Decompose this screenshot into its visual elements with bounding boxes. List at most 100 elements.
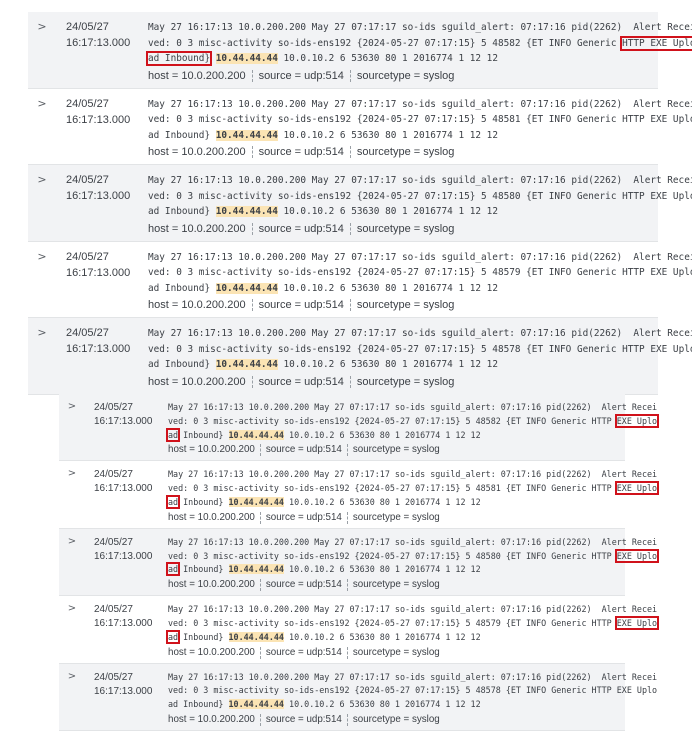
ip-highlight[interactable]: 10.44.44.44: [228, 564, 284, 575]
field-host[interactable]: host = 10.0.200.200: [148, 143, 246, 161]
field-sourcetype[interactable]: sourcetype = syslog: [357, 296, 455, 314]
chevron-right-icon[interactable]: >: [28, 323, 56, 340]
field-host[interactable]: host = 10.0.200.200: [148, 220, 246, 238]
raw-line-1: May 27 16:17:13 10.0.200.200 May 27 07:1…: [148, 251, 692, 263]
field-host[interactable]: host = 10.0.200.200: [168, 442, 255, 458]
raw-line-2: ved: 0 3 misc-activity so-ids-ens192 {20…: [148, 189, 692, 205]
field-host[interactable]: host = 10.0.200.200: [168, 577, 255, 593]
raw-text: ved: 0 3 misc-activity so-ids-ens192 {20…: [168, 685, 617, 696]
raw-text: 10.0.10.2 6 53630 80 1 2016774 1 12 12: [277, 359, 498, 370]
field-sourcetype[interactable]: sourcetype = syslog: [353, 645, 440, 661]
raw-line-1: May 27 16:17:13 10.0.200.200 May 27 07:1…: [168, 402, 658, 412]
event-row[interactable]: >24/05/27 16:17:13.000 May 27 16:17:13 10.…: [28, 242, 692, 318]
event-timestamp: 24/05/27 16:17:13.000: [56, 94, 148, 128]
event-fields: host = 10.0.200.200 source = udp:514 sourc…: [148, 143, 658, 161]
field-host[interactable]: host = 10.0.200.200: [148, 67, 246, 85]
signature-highlight: EXE Uplo: [616, 685, 658, 696]
field-host[interactable]: host = 10.0.200.200: [168, 712, 255, 728]
field-source[interactable]: source = udp:514: [259, 220, 344, 238]
event-row[interactable]: >24/05/27 16:17:13.000 May 27 16:17:13 10.…: [59, 394, 660, 462]
event-row[interactable]: >24/05/27 16:17:13.000 May 27 16:17:13 10.…: [59, 663, 657, 731]
field-sourcetype[interactable]: sourcetype = syslog: [357, 67, 455, 85]
event-date: 24/05/27: [94, 536, 133, 548]
raw-event-text: May 27 16:17:13 10.0.200.200 May 27 07:1…: [148, 323, 692, 373]
field-source[interactable]: source = udp:514: [259, 67, 344, 85]
ip-highlight[interactable]: 10.44.44.44: [215, 282, 278, 294]
ip-highlight[interactable]: 10.44.44.44: [228, 699, 284, 710]
event-time: 16:17:13.000: [94, 483, 153, 495]
event-time: 16:17:13.000: [94, 550, 153, 562]
field-host[interactable]: host = 10.0.200.200: [168, 645, 255, 661]
field-source[interactable]: source = udp:514: [259, 373, 344, 391]
event-row[interactable]: >24/05/27 16:17:13.000 May 27 16:17:13 10.…: [28, 165, 692, 242]
event-timestamp: 24/05/27 16:17:13.000: [85, 399, 168, 429]
event-body: May 27 16:17:13 10.0.200.200 May 27 07:1…: [148, 247, 692, 315]
raw-line-3: ad Inbound} 10.44.44.44 10.0.10.2 6 5363…: [165, 562, 625, 577]
field-sourcetype[interactable]: sourcetype = syslog: [357, 220, 455, 238]
event-time: 16:17:13.000: [66, 190, 131, 202]
chevron-right-icon[interactable]: >: [59, 601, 85, 615]
raw-line-1: May 27 16:17:13 10.0.200.200 May 27 07:1…: [148, 328, 692, 339]
ip-highlight[interactable]: 10.44.44.44: [215, 359, 278, 370]
event-row[interactable]: >24/05/27 16:17:13.000 May 27 16:17:13 10.…: [28, 89, 692, 165]
field-divider: [346, 713, 348, 726]
raw-line-2: ved: 0 3 misc-activity so-ids-ens192 {20…: [168, 413, 660, 429]
raw-line-1: May 27 16:17:13 10.0.200.200 May 27 07:1…: [148, 22, 692, 33]
chevron-right-icon[interactable]: >: [59, 399, 85, 413]
raw-event-text: May 27 16:17:13 10.0.200.200 May 27 07:1…: [145, 17, 692, 67]
event-time: 16:17:13.000: [94, 685, 153, 697]
raw-line-2: ved: 0 3 misc-activity so-ids-ens192 {20…: [148, 112, 692, 128]
raw-event-text: May 27 16:17:13 10.0.200.200 May 27 07:1…: [148, 94, 692, 144]
field-sourcetype[interactable]: sourcetype = syslog: [353, 510, 440, 526]
field-sourcetype[interactable]: sourcetype = syslog: [353, 442, 440, 458]
field-divider: [349, 375, 351, 388]
chevron-right-icon[interactable]: >: [28, 170, 56, 187]
event-fields: host = 10.0.200.200 source = udp:514 sourc…: [168, 510, 625, 526]
event-row[interactable]: >24/05/27 16:17:13.000 May 27 16:17:13 10.…: [59, 596, 660, 664]
field-sourcetype[interactable]: sourcetype = syslog: [353, 577, 440, 593]
ip-highlight[interactable]: 10.44.44.44: [228, 429, 284, 440]
field-host[interactable]: host = 10.0.200.200: [148, 296, 246, 314]
event-fields: host = 10.0.200.200 source = udp:514 sourc…: [168, 577, 625, 593]
ip-highlight[interactable]: 10.44.44.44: [215, 53, 278, 64]
field-source[interactable]: source = udp:514: [259, 143, 344, 161]
field-host[interactable]: host = 10.0.200.200: [148, 373, 246, 391]
field-divider: [259, 579, 261, 592]
field-host[interactable]: host = 10.0.200.200: [168, 510, 255, 526]
event-date: 24/05/27: [66, 97, 109, 110]
field-source[interactable]: source = udp:514: [259, 296, 344, 314]
ip-highlight[interactable]: 10.44.44.44: [228, 496, 284, 507]
field-source[interactable]: source = udp:514: [266, 577, 342, 593]
chevron-right-icon[interactable]: >: [28, 17, 56, 34]
chevron-right-icon[interactable]: >: [59, 534, 85, 548]
field-source[interactable]: source = udp:514: [266, 645, 342, 661]
field-source[interactable]: source = udp:514: [266, 510, 342, 526]
raw-event-text: May 27 16:17:13 10.0.200.200 May 27 07:1…: [148, 170, 692, 220]
field-sourcetype[interactable]: sourcetype = syslog: [353, 712, 440, 728]
event-row[interactable]: >24/05/27 16:17:13.000 May 27 16:17:13 10.…: [28, 12, 692, 89]
chevron-right-icon[interactable]: >: [28, 94, 56, 111]
event-time: 16:17:13.000: [66, 343, 131, 355]
event-row[interactable]: >24/05/27 16:17:13.000 May 27 16:17:13 10.…: [59, 528, 660, 597]
field-source[interactable]: source = udp:514: [266, 712, 342, 728]
signature-highlight: HTTP EXE Uplo: [622, 114, 692, 125]
event-timestamp: 24/05/27 16:17:13.000: [85, 601, 168, 631]
field-source[interactable]: source = udp:514: [266, 442, 342, 458]
field-sourcetype[interactable]: sourcetype = syslog: [357, 373, 455, 391]
signature-highlight: EXE Uplo: [614, 481, 660, 496]
chevron-right-icon[interactable]: >: [59, 466, 85, 480]
event-body: May 27 16:17:13 10.0.200.200 May 27 07:1…: [165, 466, 660, 526]
chevron-right-icon[interactable]: >: [59, 669, 85, 683]
event-time: 16:17:13.000: [66, 266, 131, 279]
field-sourcetype[interactable]: sourcetype = syslog: [357, 143, 455, 161]
event-row[interactable]: >24/05/27 16:17:13.000 May 27 16:17:13 10.…: [59, 461, 660, 529]
event-row[interactable]: >24/05/27 16:17:13.000 May 27 16:17:13 10.…: [28, 318, 692, 395]
field-divider: [259, 713, 261, 726]
ip-highlight[interactable]: 10.44.44.44: [228, 631, 284, 642]
event-date: 24/05/27: [94, 604, 133, 616]
chevron-right-icon[interactable]: >: [28, 247, 56, 264]
ip-highlight[interactable]: 10.44.44.44: [215, 129, 278, 141]
signature-highlight: ad: [165, 562, 181, 577]
signature-highlight: HTTP EXE Uplo: [622, 267, 692, 278]
ip-highlight[interactable]: 10.44.44.44: [215, 206, 278, 217]
